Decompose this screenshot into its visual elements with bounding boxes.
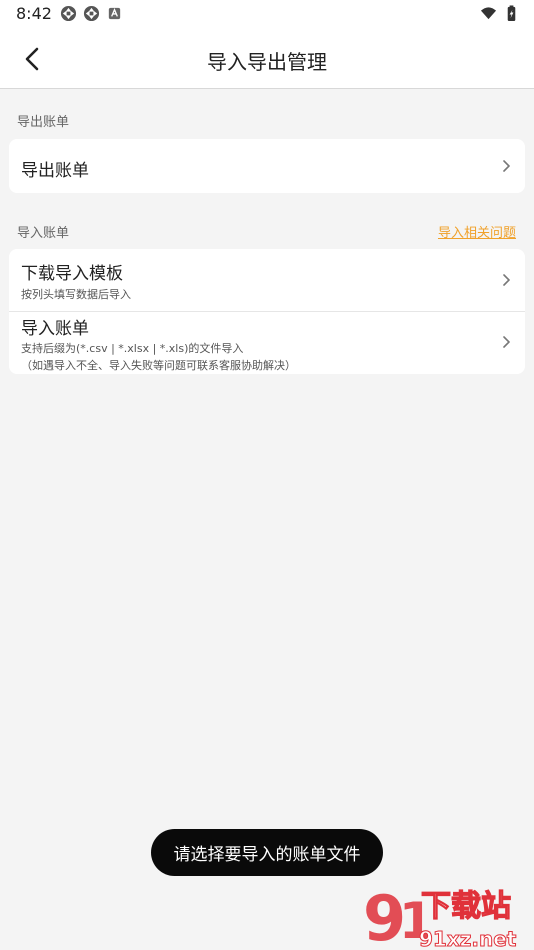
battery-charging-icon (507, 5, 516, 22)
aperture-icon (83, 5, 100, 22)
watermark-brand: 下载站 (421, 889, 511, 924)
import-bill-title: 导入账单 (21, 319, 89, 339)
site-watermark-logo: 9 1 下载站 91xz.net (363, 882, 517, 950)
page-title: 导入导出管理 (207, 50, 327, 74)
status-time: 8:42 (16, 4, 52, 23)
page: 8:42 导入导出管理 导出账单 导出账单 导入账单 导入相关问题 下载导入模板… (0, 0, 534, 950)
import-bill-subtitle-help: （如遇导入不全、导入失败等问题可联系客服协助解决） (21, 359, 296, 372)
export-bill-row[interactable]: 导出账单 (9, 139, 525, 193)
import-card: 下载导入模板 按列头填写数据后导入 导入账单 支持后缀为(*.csv | *.x… (9, 249, 525, 374)
chevron-right-icon (503, 274, 510, 286)
status-bar: 8:42 (0, 0, 534, 28)
import-section-label: 导入账单 (17, 226, 70, 241)
chevron-right-icon (503, 160, 510, 172)
export-bill-title: 导出账单 (21, 161, 89, 181)
chevron-right-icon (503, 336, 510, 348)
status-notification-icons (60, 5, 123, 22)
import-help-link[interactable]: 导入相关问题 (438, 222, 516, 241)
app-badge-icon (108, 7, 121, 20)
download-template-subtitle: 按列头填写数据后导入 (21, 288, 131, 301)
toast-message: 请选择要导入的账单文件 (151, 829, 383, 876)
import-bill-subtitle-formats: 支持后缀为(*.csv | *.xlsx | *.xls)的文件导入 (21, 342, 244, 355)
download-template-row[interactable]: 下载导入模板 按列头填写数据后导入 (9, 249, 525, 311)
watermark-domain: 91xz.net (419, 927, 517, 950)
export-section-label: 导出账单 (17, 115, 70, 130)
export-card: 导出账单 (9, 139, 525, 193)
aperture-icon (60, 5, 77, 22)
import-bill-row[interactable]: 导入账单 支持后缀为(*.csv | *.xlsx | *.xls)的文件导入 … (9, 312, 525, 374)
status-system-icons (480, 5, 520, 22)
app-bar: 导入导出管理 (0, 28, 534, 89)
download-template-title: 下载导入模板 (21, 264, 123, 284)
wifi-icon (480, 7, 497, 20)
